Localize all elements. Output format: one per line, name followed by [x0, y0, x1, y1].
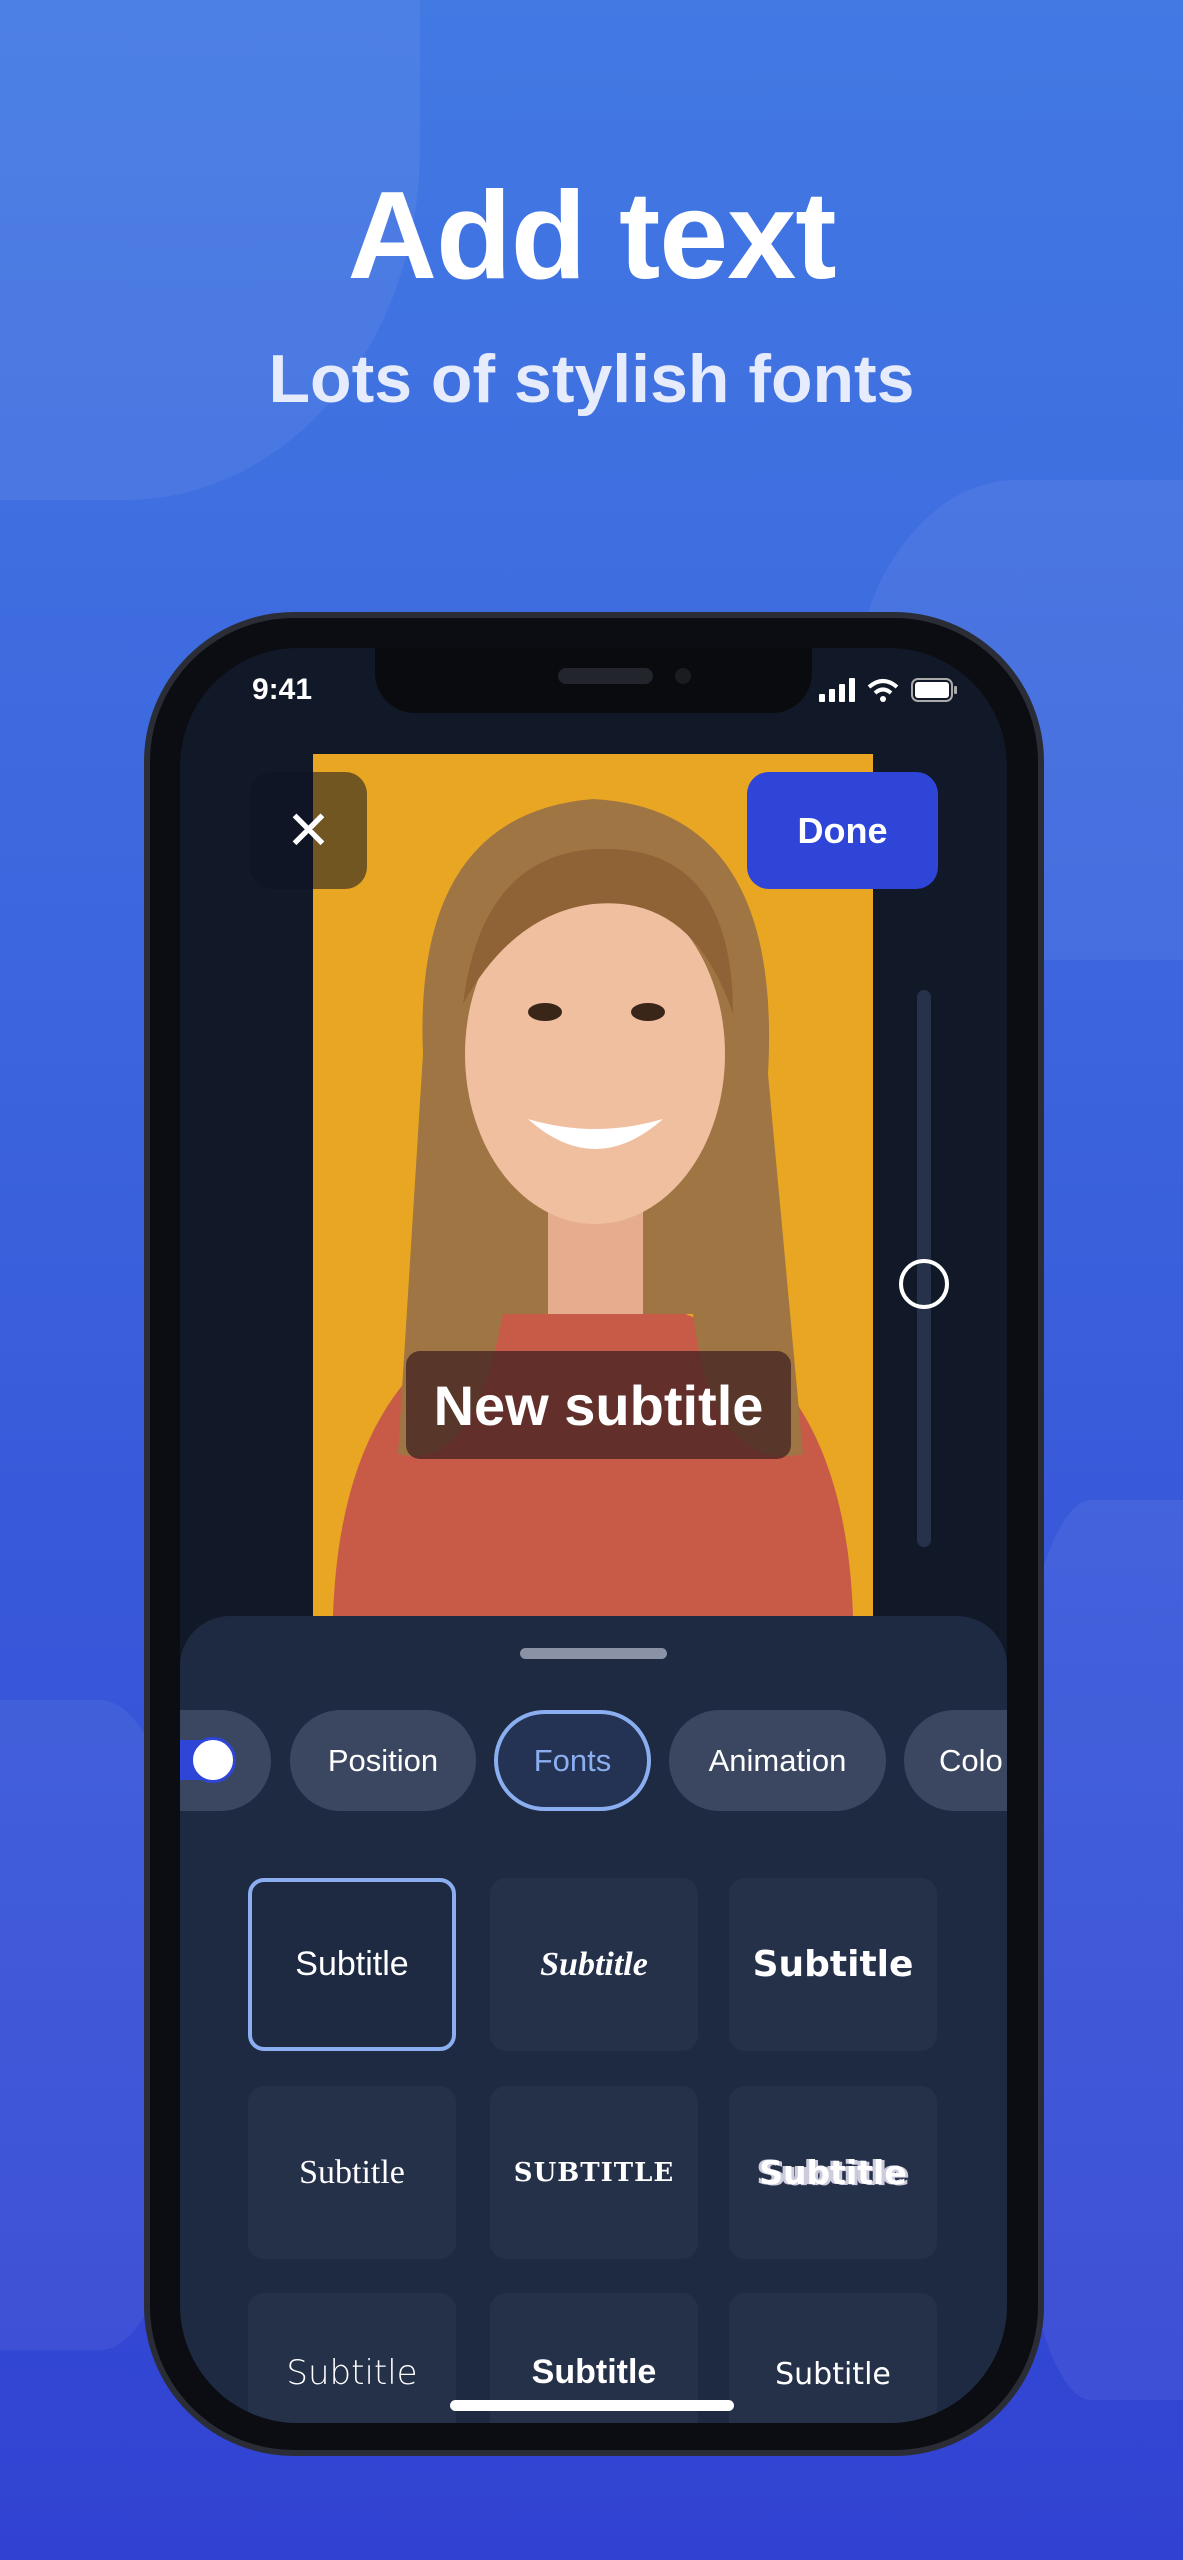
- caption-toggle[interactable]: [180, 1710, 271, 1811]
- font-option[interactable]: Subtitle: [729, 1878, 937, 2051]
- hero-subtitle: Lots of stylish fonts: [268, 341, 915, 417]
- font-option[interactable]: SUBTITLE: [490, 2086, 698, 2259]
- font-option[interactable]: Subtitle: [729, 2086, 937, 2259]
- close-icon: ✕: [285, 801, 332, 861]
- font-option[interactable]: Subtitle: [248, 2086, 456, 2259]
- home-indicator[interactable]: [450, 2400, 734, 2411]
- done-button[interactable]: Done: [747, 772, 938, 889]
- slider-knob[interactable]: [899, 1259, 949, 1309]
- font-option[interactable]: Subtitle: [729, 2293, 937, 2423]
- status-time: 9:41: [252, 673, 313, 706]
- tab-position[interactable]: Position: [290, 1710, 476, 1811]
- signal-icon: [819, 678, 855, 702]
- speaker: [558, 668, 653, 684]
- font-option[interactable]: Subtitle: [248, 2293, 456, 2423]
- font-option[interactable]: Subtitle: [490, 1878, 698, 2051]
- notch: [375, 648, 812, 713]
- hero-title: Add text: [347, 167, 837, 305]
- wifi-icon: [867, 679, 899, 702]
- tab-animation[interactable]: Animation: [669, 1710, 886, 1811]
- tab-fonts[interactable]: Fonts: [494, 1710, 651, 1811]
- sheet-handle[interactable]: [520, 1648, 667, 1659]
- phone-screen: New subtitle 9:41 ✕ Done Position Fonts …: [180, 648, 1007, 2423]
- tab-bar: Position Fonts Animation Colo: [180, 1710, 1007, 1811]
- camera: [675, 668, 691, 684]
- subtitle-caption[interactable]: New subtitle: [406, 1351, 791, 1459]
- tab-color[interactable]: Colo: [904, 1710, 1007, 1811]
- style-sheet: Position Fonts Animation Colo Subtitle S…: [180, 1616, 1007, 2423]
- toggle-knob: [190, 1737, 236, 1783]
- close-button[interactable]: ✕: [250, 772, 367, 889]
- status-icons: [819, 678, 957, 702]
- font-option[interactable]: Subtitle: [248, 1878, 456, 2051]
- battery-icon: [911, 678, 957, 702]
